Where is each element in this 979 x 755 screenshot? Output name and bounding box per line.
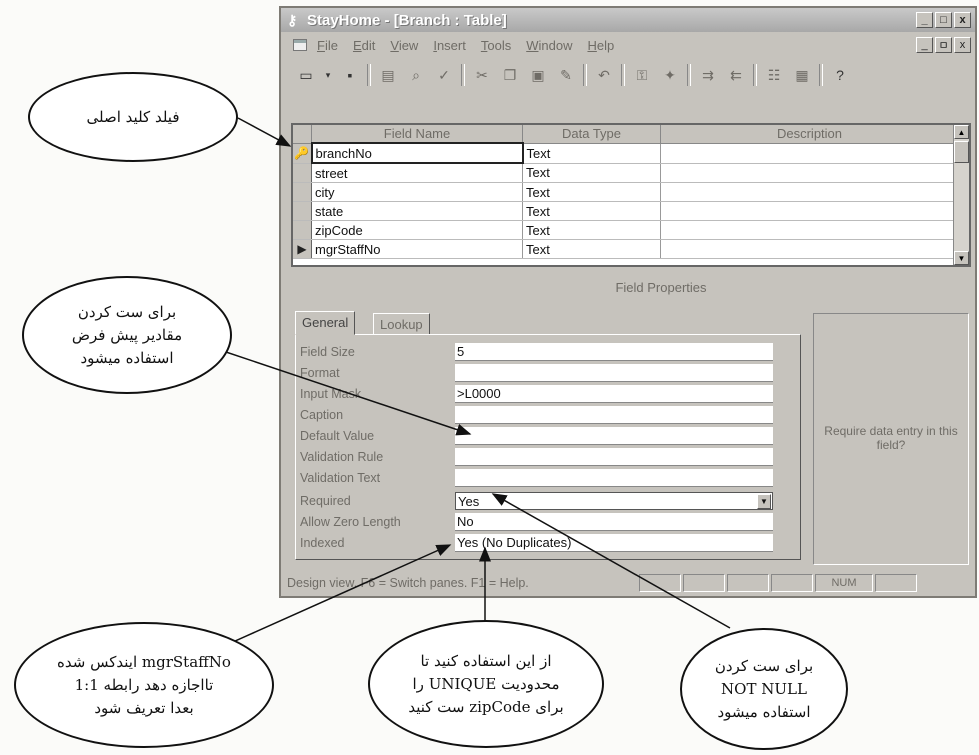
arrow-default-value	[219, 349, 472, 436]
callout-text: برای ست کردن NOT NULL استفاده میشود	[714, 656, 814, 721]
callout-text: از این استفاده کنید تا محدودیت UNIQUE را…	[408, 651, 564, 716]
callout-default-value: برای ست کردن مقادیر پیش فرض استفاده میشو…	[22, 276, 232, 394]
callout-text: فیلد کلید اصلی	[86, 107, 180, 126]
callout-text: mgrStaffNo ایندکس شده تااجازه دهد رابطه …	[57, 652, 231, 717]
callout-primary-key: فیلد کلید اصلی	[28, 72, 238, 162]
arrow-primary-key	[237, 117, 292, 147]
arrow-not-null	[491, 493, 731, 629]
callout-index: mgrStaffNo ایندکس شده تااجازه دهد رابطه …	[14, 622, 274, 748]
callout-unique: از این استفاده کنید تا محدودیت UNIQUE را…	[368, 620, 604, 748]
callout-text: برای ست کردن مقادیر پیش فرض استفاده میشو…	[71, 302, 183, 367]
tab-general[interactable]: General	[295, 311, 356, 335]
callout-not-null: برای ست کردن NOT NULL استفاده میشود	[680, 628, 848, 750]
